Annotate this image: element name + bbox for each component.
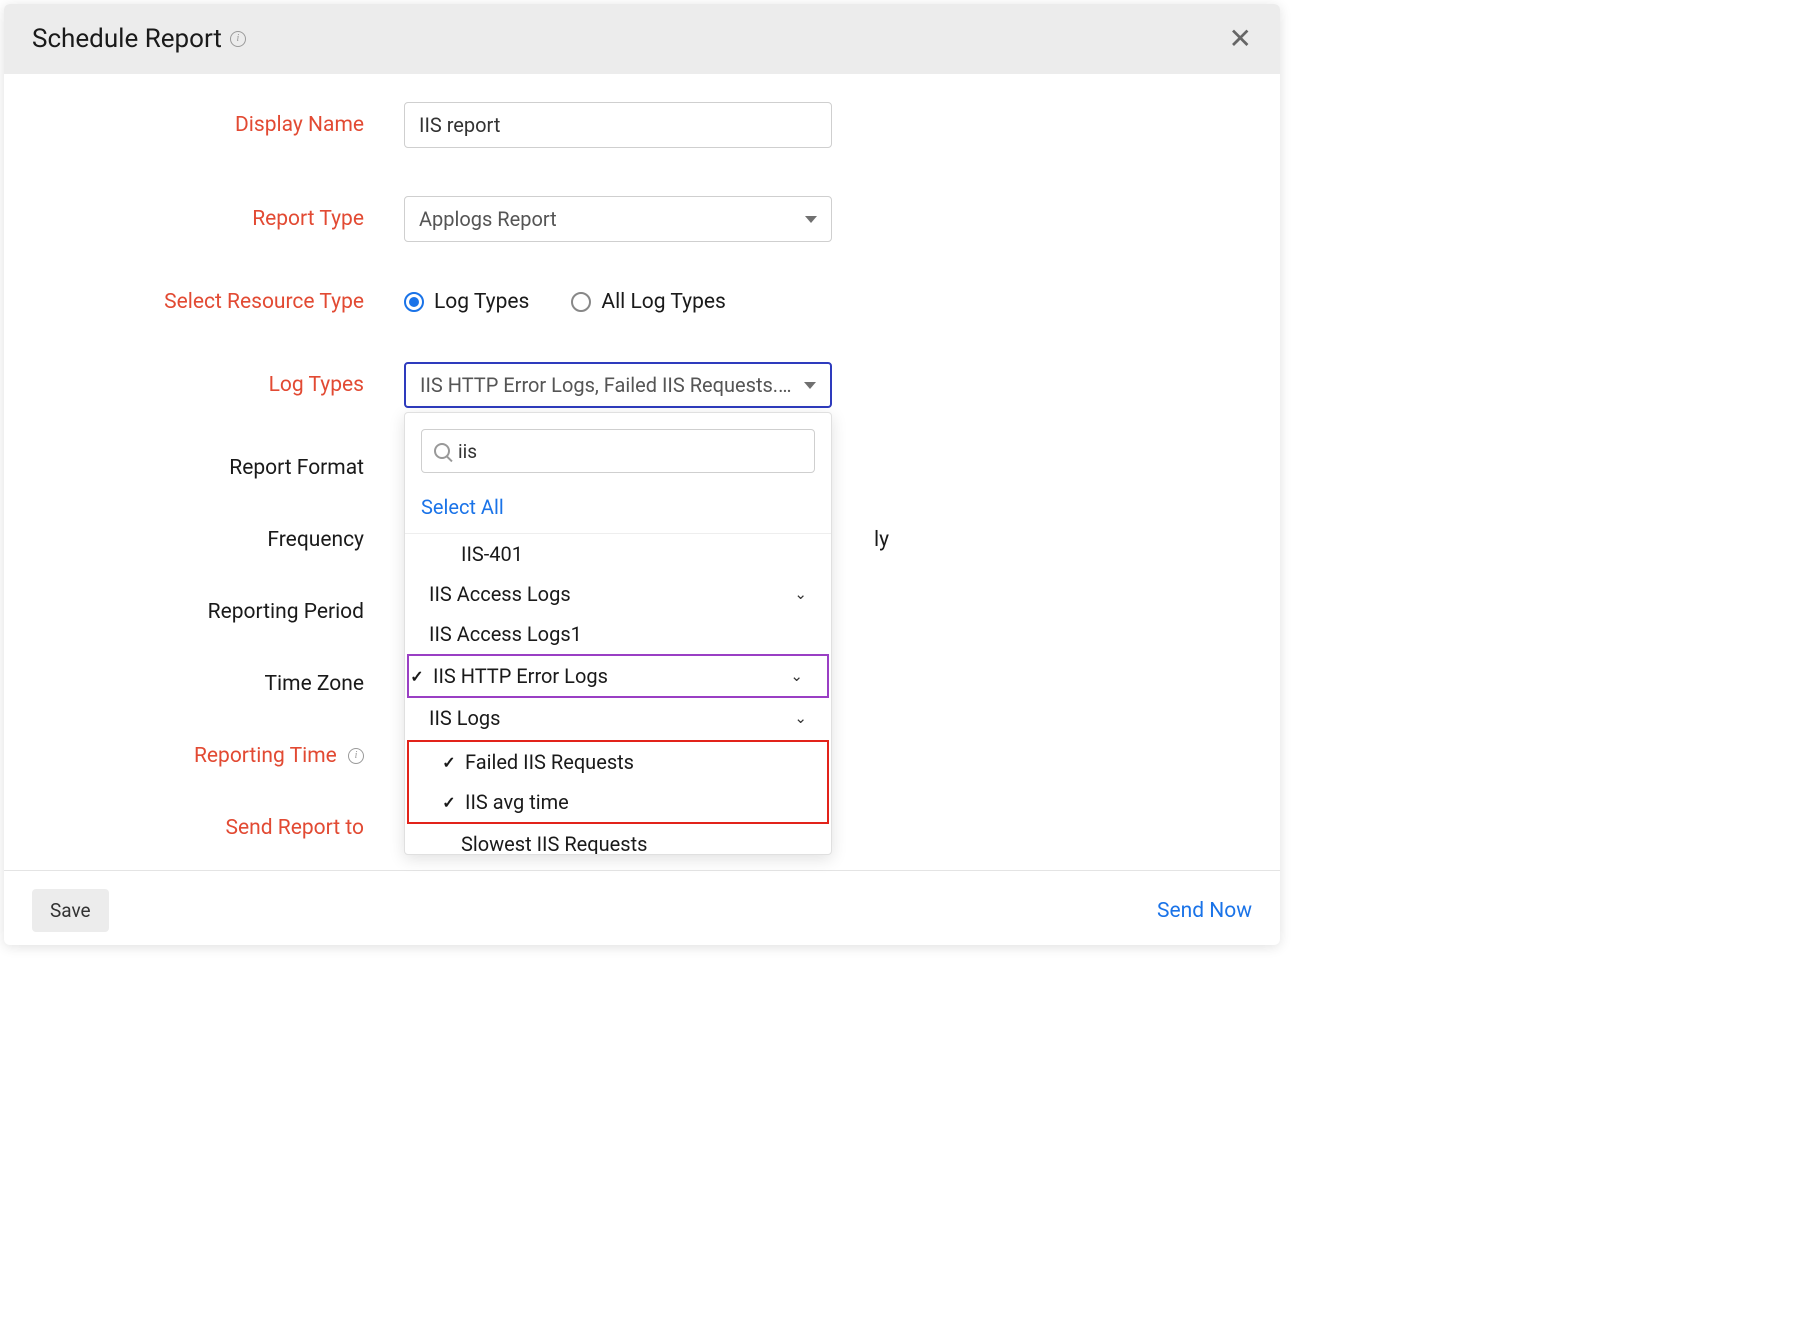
chevron-down-icon <box>804 382 816 389</box>
search-icon <box>434 443 450 459</box>
chevron-down-icon[interactable]: ⌄ <box>794 585 817 603</box>
row-report-type: Report Type Applogs Report <box>44 196 1240 242</box>
row-log-types: Log Types IIS HTTP Error Logs, Failed II… <box>44 362 1240 408</box>
dropdown-search[interactable] <box>421 429 815 473</box>
option-slowest-iis-requests[interactable]: Slowest IIS Requests <box>405 824 831 854</box>
option-iis-access-logs1[interactable]: IIS Access Logs1 <box>405 614 831 654</box>
radio-log-types[interactable]: Log Types <box>404 290 529 314</box>
label-display-name: Display Name <box>44 113 404 137</box>
highlight-red: ✓ Failed IIS Requests ✓ IIS avg time <box>407 740 829 824</box>
label-report-type: Report Type <box>44 207 404 231</box>
label-resource-type: Select Resource Type <box>44 290 404 314</box>
options-list[interactable]: IIS-401 IIS Access Logs ⌄ IIS Access Log… <box>405 534 831 854</box>
info-icon[interactable]: i <box>348 748 364 764</box>
label-frequency: Frequency <box>44 528 404 552</box>
modal-title: Schedule Report i <box>32 24 246 54</box>
label-reporting-period: Reporting Period <box>44 600 404 624</box>
label-log-types: Log Types <box>44 373 404 397</box>
check-icon: ✓ <box>409 667 425 686</box>
modal-title-text: Schedule Report <box>32 24 222 54</box>
close-button[interactable]: ✕ <box>1229 25 1252 53</box>
log-types-select[interactable]: IIS HTTP Error Logs, Failed IIS Requests… <box>404 362 832 408</box>
option-iis-401[interactable]: IIS-401 <box>405 534 831 574</box>
report-type-value: Applogs Report <box>419 207 797 231</box>
label-time-zone: Time Zone <box>44 672 404 696</box>
chevron-down-icon[interactable]: ⌄ <box>794 709 817 727</box>
radio-all-log-types[interactable]: All Log Types <box>571 290 726 314</box>
label-reporting-time: Reporting Time i <box>44 744 404 768</box>
save-button[interactable]: Save <box>32 889 109 932</box>
label-send-report-to: Send Report to <box>44 816 404 840</box>
label-report-format: Report Format <box>44 456 404 480</box>
highlight-purple: ✓ IIS HTTP Error Logs ⌄ <box>407 654 829 698</box>
log-types-dropdown: Select All IIS-401 IIS Access Logs ⌄ <box>404 412 832 855</box>
radio-icon <box>404 292 424 312</box>
resource-type-radio-group: Log Types All Log Types <box>404 290 832 314</box>
info-icon[interactable]: i <box>230 31 246 47</box>
chevron-down-icon[interactable]: ⌄ <box>790 667 813 685</box>
close-icon: ✕ <box>1229 22 1252 55</box>
option-failed-iis-requests[interactable]: ✓ Failed IIS Requests <box>409 742 827 782</box>
radio-icon <box>571 292 591 312</box>
option-iis-avg-time[interactable]: ✓ IIS avg time <box>409 782 827 822</box>
frequency-tail: ly <box>874 528 889 552</box>
modal-header: Schedule Report i ✕ <box>4 4 1280 74</box>
modal-footer: Save Send Now <box>4 870 1280 945</box>
schedule-report-modal: Schedule Report i ✕ Display Name Report … <box>4 4 1280 945</box>
radio-all-log-types-label: All Log Types <box>601 290 726 314</box>
send-now-link[interactable]: Send Now <box>1157 899 1252 923</box>
row-display-name: Display Name <box>44 102 1240 148</box>
dropdown-search-input[interactable] <box>458 440 802 463</box>
radio-log-types-label: Log Types <box>434 290 529 314</box>
report-type-select[interactable]: Applogs Report <box>404 196 832 242</box>
check-icon: ✓ <box>441 793 457 812</box>
select-all-link[interactable]: Select All <box>405 485 831 534</box>
check-icon: ✓ <box>441 753 457 772</box>
chevron-down-icon <box>805 216 817 223</box>
display-name-input[interactable] <box>404 102 832 148</box>
modal-body: Display Name Report Type Applogs Report … <box>4 74 1280 870</box>
option-iis-logs[interactable]: IIS Logs ⌄ <box>405 698 831 738</box>
log-types-summary: IIS HTTP Error Logs, Failed IIS Requests… <box>420 373 796 397</box>
option-iis-access-logs[interactable]: IIS Access Logs ⌄ <box>405 574 831 614</box>
row-resource-type: Select Resource Type Log Types All Log T… <box>44 290 1240 314</box>
option-iis-http-error-logs[interactable]: ✓ IIS HTTP Error Logs ⌄ <box>409 656 827 696</box>
